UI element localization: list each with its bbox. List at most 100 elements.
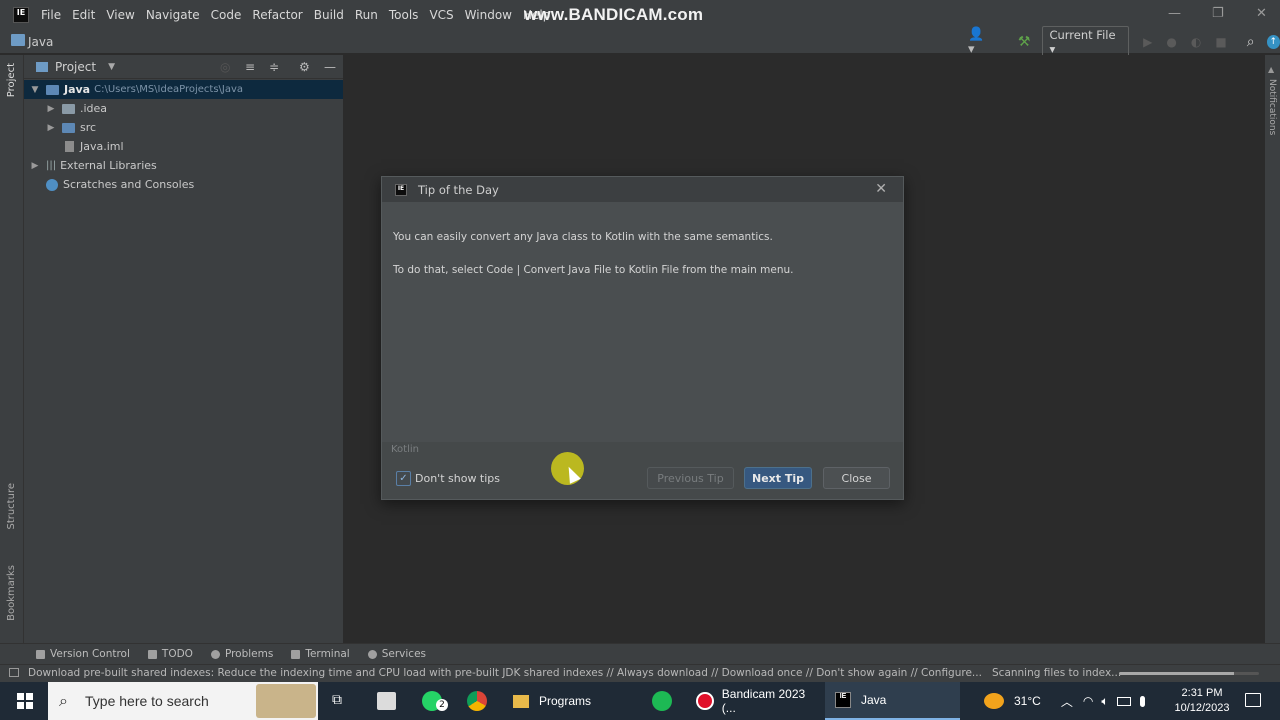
locate-icon[interactable]: ◎ [220,60,230,74]
bookmarks-tool-tab[interactable]: Bookmarks [6,565,17,621]
stop-icon[interactable]: ■ [1215,35,1226,49]
menu-view[interactable]: View [106,8,134,22]
project-panel-title[interactable]: Project [55,60,96,74]
tab-terminal[interactable]: Terminal [291,648,350,660]
dialog-title-bar[interactable]: IE Tip of the Day ✕ [382,177,903,202]
menu-refactor[interactable]: Refactor [252,8,302,22]
chrome-icon[interactable] [467,691,487,711]
battery-icon[interactable] [1116,696,1131,706]
menu-code[interactable]: Code [211,8,242,22]
taskbar-app-bandicam[interactable]: Bandicam 2023 (... [686,682,821,720]
taskbar-app-programs[interactable]: Programs [503,682,603,720]
tree-item-root[interactable]: ▼ Java C:\Users\MS\IdeaProjects\Java [24,80,343,99]
tab-services[interactable]: Services [367,648,426,660]
close-button[interactable]: Close [823,467,890,489]
intellij-logo-icon: IE [835,692,851,708]
build-hammer-icon[interactable]: ⚒ [1018,34,1031,50]
notifications-tool-tab[interactable]: Notifications [1267,79,1277,135]
status-toggle-icon[interactable] [9,668,19,677]
run-icon[interactable]: ▶ [1143,35,1152,49]
status-message[interactable]: Download pre-built shared indexes: Reduc… [28,667,982,679]
menu-vcs[interactable]: VCS [429,8,453,22]
next-tip-button[interactable]: Next Tip [744,467,812,489]
bandicam-watermark: www.BANDICAM.com [524,5,704,24]
spotify-icon[interactable] [652,691,672,711]
dont-show-tips-checkbox[interactable]: ✓ [396,471,411,486]
volume-icon[interactable]: 🔈︎ [1101,694,1108,709]
update-icon[interactable]: ↑ [1266,35,1280,49]
windows-start-icon[interactable] [17,693,33,709]
problems-icon [210,649,220,659]
tab-problems[interactable]: Problems [210,648,274,660]
clock[interactable]: 2:31 PM 10/12/2023 [1170,682,1234,720]
hide-icon[interactable]: — [324,60,336,74]
maximize-icon[interactable]: ❐ [1212,6,1224,21]
tree-item-external-libraries[interactable]: ▶ ||| External Libraries [24,156,343,175]
wifi-icon[interactable]: ◠ [1083,694,1093,708]
gear-icon[interactable]: ⚙ [299,60,310,74]
bottom-tool-tabs: Version Control TODO Problems Terminal S… [0,643,1280,664]
chevron-right-icon[interactable]: ▶ [46,104,56,114]
store-icon[interactable] [377,692,396,710]
menu-tools[interactable]: Tools [389,8,419,22]
intellij-logo-icon: IE [395,183,407,196]
tree-item-scratches[interactable]: Scratches and Consoles [24,175,343,194]
app-label: Java [861,693,887,707]
notification-center-icon[interactable] [1245,693,1261,707]
file-icon [65,141,74,152]
project-tool-tab[interactable]: Project [6,63,17,97]
menu-window[interactable]: Window [465,8,512,22]
search-icon[interactable]: ⌕ [1247,34,1255,50]
tab-label: TODO [161,648,193,660]
clock-time: 2:31 PM [1181,687,1223,699]
menu-file[interactable]: File [41,8,61,22]
collapse-all-icon[interactable]: ≑ [269,60,279,74]
taskbar-search-box[interactable]: ⌕ Type here to search [48,682,318,720]
chevron-right-icon[interactable]: ▶ [30,161,40,171]
chevron-up-icon[interactable]: ︿ [1061,693,1073,710]
tip-of-the-day-dialog: IE Tip of the Day ✕ You can easily conve… [381,176,904,500]
minimize-icon[interactable]: — [1168,6,1181,21]
search-highlight-image-icon [256,684,316,718]
chevron-down-icon[interactable]: ▼ [108,62,115,72]
previous-tip-button[interactable]: Previous Tip [647,467,734,489]
structure-tool-tab[interactable]: Structure [6,483,17,530]
coverage-icon[interactable]: ◐ [1191,35,1201,49]
chevron-right-icon[interactable]: ▶ [46,123,56,133]
tab-label: Version Control [50,648,130,660]
microphone-icon[interactable] [1139,695,1145,707]
menu-edit[interactable]: Edit [72,8,95,22]
menu-run[interactable]: Run [355,8,378,22]
user-icon[interactable]: 👤▾ [968,27,990,57]
dont-show-tips-label[interactable]: Don't show tips [415,472,500,485]
menu-navigate[interactable]: Navigate [146,8,200,22]
project-panel: Project ▼ ◎ ≡ ≑ ⚙ — ▼ Java C:\Users\MS\I… [24,55,343,643]
tab-todo[interactable]: TODO [147,648,193,660]
tab-version-control[interactable]: Version Control [36,648,130,660]
chevron-down-icon[interactable]: ▼ [30,85,40,95]
tab-label: Problems [224,648,274,660]
tree-item-src[interactable]: ▶ src [24,118,343,137]
breadcrumb[interactable]: Java [28,35,53,49]
search-icon: ⌕ [59,691,68,710]
close-window-icon[interactable]: ✕ [1256,6,1267,21]
scroll-up-icon[interactable]: ▲ [1268,65,1274,74]
debug-icon[interactable]: ● [1166,35,1176,49]
whatsapp-badge: 2 [436,699,448,711]
search-placeholder: Type here to search [85,693,209,709]
weather-icon[interactable] [984,693,1004,709]
expand-all-icon[interactable]: ≡ [245,60,255,74]
tip-content: You can easily convert any Java class to… [382,202,903,442]
tip-category: Kotlin [391,444,419,455]
task-view-icon[interactable]: ⧉ [332,692,342,708]
folder-icon [62,103,75,114]
tree-item-idea[interactable]: ▶ .idea [24,99,343,118]
temperature[interactable]: 31°C [1014,694,1041,708]
close-icon[interactable]: ✕ [875,181,887,197]
tree-item-java-iml[interactable]: Java.iml [24,137,343,156]
tree-item-label: src [80,121,97,134]
menu-build[interactable]: Build [314,8,344,22]
taskbar-app-java[interactable]: IE Java [825,682,960,720]
indexing-status: Scanning files to index... [992,667,1122,679]
run-configuration-select[interactable]: Current File ▾ [1042,26,1130,58]
